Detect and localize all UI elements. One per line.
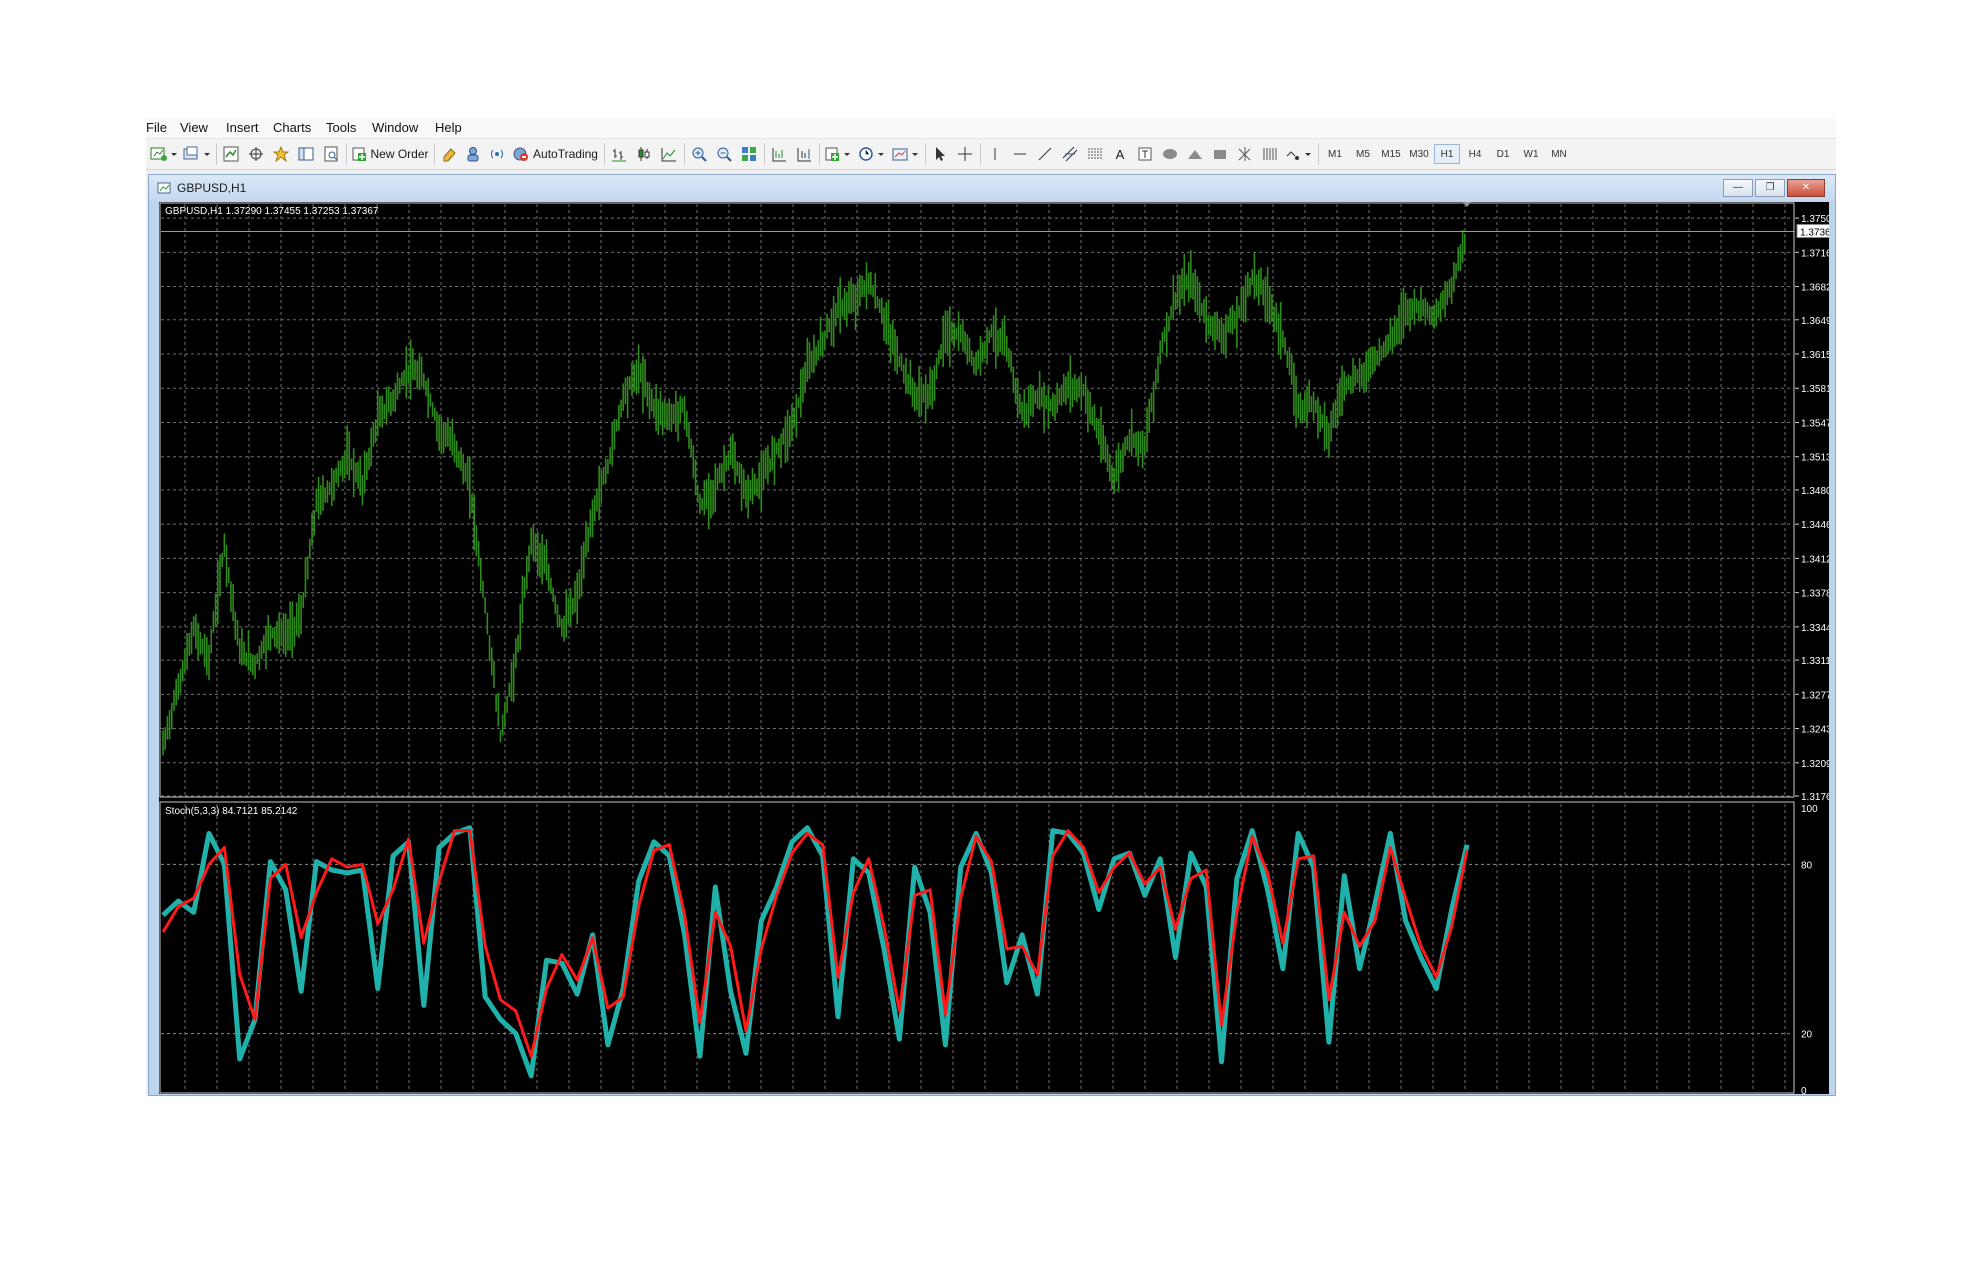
triangle-icon[interactable] [1184,144,1206,164]
line-chart-icon[interactable] [658,144,680,164]
indicators-icon[interactable] [823,144,853,164]
price-axis-label: 1.36490 [1801,316,1829,327]
chart-shift-icon[interactable] [793,144,815,164]
menu-window[interactable]: Window [372,120,418,135]
timeframe-mn[interactable]: MN [1546,144,1572,164]
zoom-in-icon[interactable] [688,144,710,164]
application-window: File View Insert Charts Tools Window Hel… [146,118,1836,1096]
minimize-button[interactable]: — [1723,179,1753,197]
text-label-icon[interactable] [1134,144,1156,164]
new-order-label: New Order [370,147,429,161]
last-price-label: 1.37367 [1800,227,1829,238]
timeframe-h1[interactable]: H1 [1434,144,1460,164]
more-objects-icon[interactable] [1284,144,1314,164]
price-axis-label: 1.35810 [1801,384,1829,395]
market-watch-icon[interactable] [220,144,242,164]
vertical-line-icon[interactable] [984,144,1006,164]
timeframe-h4[interactable]: H4 [1462,144,1488,164]
metaeditor-icon[interactable] [438,144,460,164]
price-and-stochastic-chart[interactable]: 1.37500 1.37160 1.36820 1.36490 1.36150 1.358… [159,202,1829,1094]
restore-button[interactable]: ❐ [1755,179,1785,197]
bar-chart-icon[interactable] [608,144,630,164]
candlesticks-icon[interactable] [633,144,655,164]
signals-icon[interactable] [486,144,508,164]
chart-window-titlebar[interactable]: GBPUSD,H1 — ❐ ✕ [149,175,1835,201]
timeframe-d1[interactable]: D1 [1490,144,1516,164]
periods-icon[interactable] [857,144,887,164]
price-axis-label: 1.37160 [1801,248,1829,259]
stoch-axis-label: 0 [1801,1086,1807,1094]
autotrading-label: AutoTrading [533,147,598,161]
price-axis-label: 1.34800 [1801,486,1829,497]
experts-icon[interactable] [462,144,484,164]
menu-bar: File View Insert Charts Tools Window Hel… [146,118,1836,138]
autotrading-icon [513,147,529,161]
stoch-indicator-title: Stoch(5,3,3) 84.7121 85.2142 [165,806,298,817]
menu-view[interactable]: View [180,120,208,135]
chart-window-title: GBPUSD,H1 [177,181,247,195]
timeframe-m15[interactable]: M15 [1378,144,1404,164]
navigator-icon[interactable] [270,144,292,164]
crosshair-icon[interactable] [954,144,976,164]
new-chart-icon[interactable] [148,144,178,164]
price-axis-label: 1.31760 [1801,792,1829,803]
price-axis-label: 1.35130 [1801,453,1829,464]
toolbar: New Order AutoTrading A M1 M5 M15 M30 H1… [146,138,1836,170]
timeframe-m30[interactable]: M30 [1406,144,1432,164]
stoch-axis-label: 100 [1801,804,1818,815]
price-axis-label: 1.34460 [1801,520,1829,531]
trendline-icon[interactable] [1034,144,1056,164]
price-chart-title: GBPUSD,H1 1.37290 1.37455 1.37253 1.3736… [165,206,379,217]
price-axis-label: 1.32090 [1801,759,1829,770]
timeframe-m5[interactable]: M5 [1350,144,1376,164]
menu-charts[interactable]: Charts [273,120,311,135]
fibonacci-icon[interactable] [1084,144,1106,164]
strategy-tester-icon[interactable] [320,144,342,164]
arrows-icon[interactable] [1234,144,1256,164]
menu-file[interactable]: File [146,120,167,135]
close-button[interactable]: ✕ [1787,179,1825,197]
chart-window: GBPUSD,H1 — ❐ ✕ 1.375001.371601.368201.3… [148,174,1836,1096]
templates-icon[interactable] [891,144,921,164]
tile-windows-icon[interactable] [738,144,760,164]
terminal-icon[interactable] [295,144,317,164]
price-axis-label: 1.36150 [1801,350,1829,361]
chart-area[interactable]: 1.37500 1.37160 1.36820 1.36490 1.36150 1.358… [159,202,1829,1094]
timeframe-m1[interactable]: M1 [1322,144,1348,164]
cursor-icon[interactable] [929,144,951,164]
timeframe-w1[interactable]: W1 [1518,144,1544,164]
menu-insert[interactable]: Insert [226,120,259,135]
stoch-axis-label: 80 [1801,860,1813,871]
new-order-icon [352,147,367,161]
horizontal-line-icon[interactable] [1009,144,1031,164]
new-order-button[interactable]: New Order [350,144,430,164]
price-axis-label: 1.32430 [1801,725,1829,736]
price-axis-label: 1.37500 [1801,214,1829,225]
stoch-axis-label: 20 [1801,1030,1813,1041]
autoscroll-icon[interactable] [768,144,790,164]
chart-window-icon [157,182,171,194]
profiles-icon[interactable] [181,144,211,164]
price-axis-label: 1.34120 [1801,554,1829,565]
price-axis-label: 1.33110 [1801,656,1829,667]
price-axis-label: 1.33780 [1801,589,1829,600]
menu-tools[interactable]: Tools [326,120,356,135]
menu-help[interactable]: Help [435,120,462,135]
equidistant-channel-icon[interactable] [1059,144,1081,164]
price-axis-label: 1.32770 [1801,690,1829,701]
ellipse-icon[interactable] [1159,144,1181,164]
autotrading-button[interactable]: AutoTrading [510,144,600,164]
zoom-out-icon[interactable] [713,144,735,164]
rectangle-icon[interactable] [1209,144,1231,164]
price-axis-label: 1.33440 [1801,623,1829,634]
text-icon[interactable]: A [1109,144,1131,164]
data-window-icon[interactable] [245,144,267,164]
price-axis-label: 1.35470 [1801,418,1829,429]
price-axis-label: 1.36820 [1801,283,1829,294]
gann-icon[interactable] [1259,144,1281,164]
